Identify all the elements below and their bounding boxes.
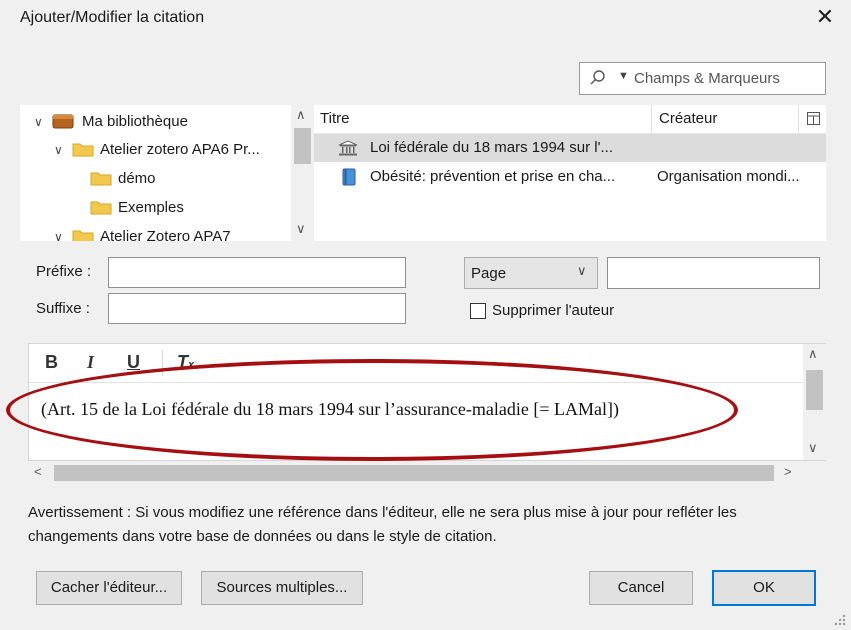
column-divider[interactable] — [798, 105, 799, 133]
locator-select[interactable]: Page ∨ — [464, 257, 598, 289]
book-icon — [342, 168, 356, 186]
highlight-ellipse — [6, 359, 738, 461]
item-title: Obésité: prévention et prise en cha... — [370, 168, 616, 185]
scroll-down-icon[interactable]: ∨ — [296, 221, 306, 237]
item-creator: Organisation mondi... — [657, 168, 800, 185]
locator-input[interactable] — [607, 257, 820, 289]
tree-scrollbar[interactable]: ∧ ∨ — [291, 105, 314, 241]
collections-tree[interactable]: ∨ Ma bibliothèque ∨ Atelier zotero APA6 … — [20, 105, 314, 241]
scroll-down-icon[interactable]: ∨ — [808, 440, 818, 456]
item-row[interactable]: Loi fédérale du 18 mars 1994 sur l'... — [314, 134, 826, 162]
resize-grip-icon[interactable] — [832, 612, 846, 626]
tree-label: Exemples — [118, 199, 184, 216]
library-icon — [52, 114, 74, 129]
column-title[interactable]: Titre — [320, 110, 349, 127]
chevron-down-icon[interactable]: ∨ — [54, 231, 66, 241]
editor-hscroll-thumb[interactable] — [54, 465, 774, 481]
scroll-up-icon[interactable]: ∧ — [808, 346, 818, 362]
prefix-label: Préfixe : — [36, 263, 92, 280]
folder-icon — [90, 201, 112, 215]
window-title: Ajouter/Modifier la citation — [20, 9, 205, 26]
column-creator[interactable]: Créateur — [659, 110, 717, 127]
editor-vscrollbar[interactable]: ∧ ∨ — [803, 344, 826, 460]
cancel-button[interactable]: Cancel — [589, 571, 693, 605]
chevron-down-icon[interactable]: ▼ — [618, 70, 629, 82]
tree-label: Ma bibliothèque — [82, 113, 188, 130]
search-icon — [590, 70, 605, 85]
scroll-right-icon[interactable]: > — [784, 464, 792, 479]
folder-icon — [90, 172, 112, 186]
editor-hscrollbar[interactable]: < > — [28, 461, 802, 485]
close-icon[interactable]: ✕ — [812, 4, 838, 30]
hide-editor-button[interactable]: Cacher l'éditeur... — [36, 571, 182, 605]
locator-selected: Page — [471, 265, 507, 282]
suffix-input[interactable] — [108, 293, 406, 324]
chevron-down-icon[interactable]: ∨ — [54, 144, 66, 156]
tree-label: Atelier Zotero APA7 — [100, 228, 231, 241]
bold-button[interactable]: B — [45, 352, 58, 373]
editor-scroll-thumb[interactable] — [806, 370, 823, 410]
items-list[interactable]: Titre Créateur Loi fédérale du 18 mars 1… — [314, 105, 826, 241]
column-divider[interactable] — [651, 105, 652, 133]
tree-scroll-thumb[interactable] — [294, 128, 311, 164]
scroll-up-icon[interactable]: ∧ — [296, 107, 306, 123]
chevron-down-icon: ∨ — [577, 263, 587, 278]
item-row[interactable]: Obésité: prévention et prise en cha... O… — [314, 163, 826, 191]
warning-text: Avertissement : Si vous modifiez une réf… — [28, 504, 737, 545]
prefix-input[interactable] — [108, 257, 406, 288]
ok-button[interactable]: OK — [712, 570, 816, 606]
search-placeholder: Champs & Marqueurs — [634, 70, 780, 87]
suffix-label: Suffixe : — [36, 300, 90, 317]
items-header: Titre Créateur — [314, 105, 826, 134]
search-field[interactable]: ▼ Champs & Marqueurs — [579, 62, 826, 95]
multiple-sources-button[interactable]: Sources multiples... — [201, 571, 363, 605]
column-picker-icon[interactable] — [807, 112, 820, 125]
italic-button[interactable]: I — [87, 352, 94, 373]
folder-icon — [72, 230, 94, 241]
chevron-down-icon[interactable]: ∨ — [34, 116, 46, 128]
item-title: Loi fédérale du 18 mars 1994 sur l'... — [370, 139, 614, 156]
suppress-author-checkbox[interactable] — [470, 303, 486, 319]
scroll-left-icon[interactable]: < — [34, 464, 42, 479]
suppress-author-label[interactable]: Supprimer l'auteur — [492, 302, 614, 319]
tree-label: Atelier zotero APA6 Pr... — [100, 141, 260, 158]
title-bar: Ajouter/Modifier la citation ✕ — [0, 0, 851, 38]
statute-icon — [338, 140, 358, 156]
tree-label: démo — [118, 170, 156, 187]
folder-icon — [72, 143, 94, 157]
